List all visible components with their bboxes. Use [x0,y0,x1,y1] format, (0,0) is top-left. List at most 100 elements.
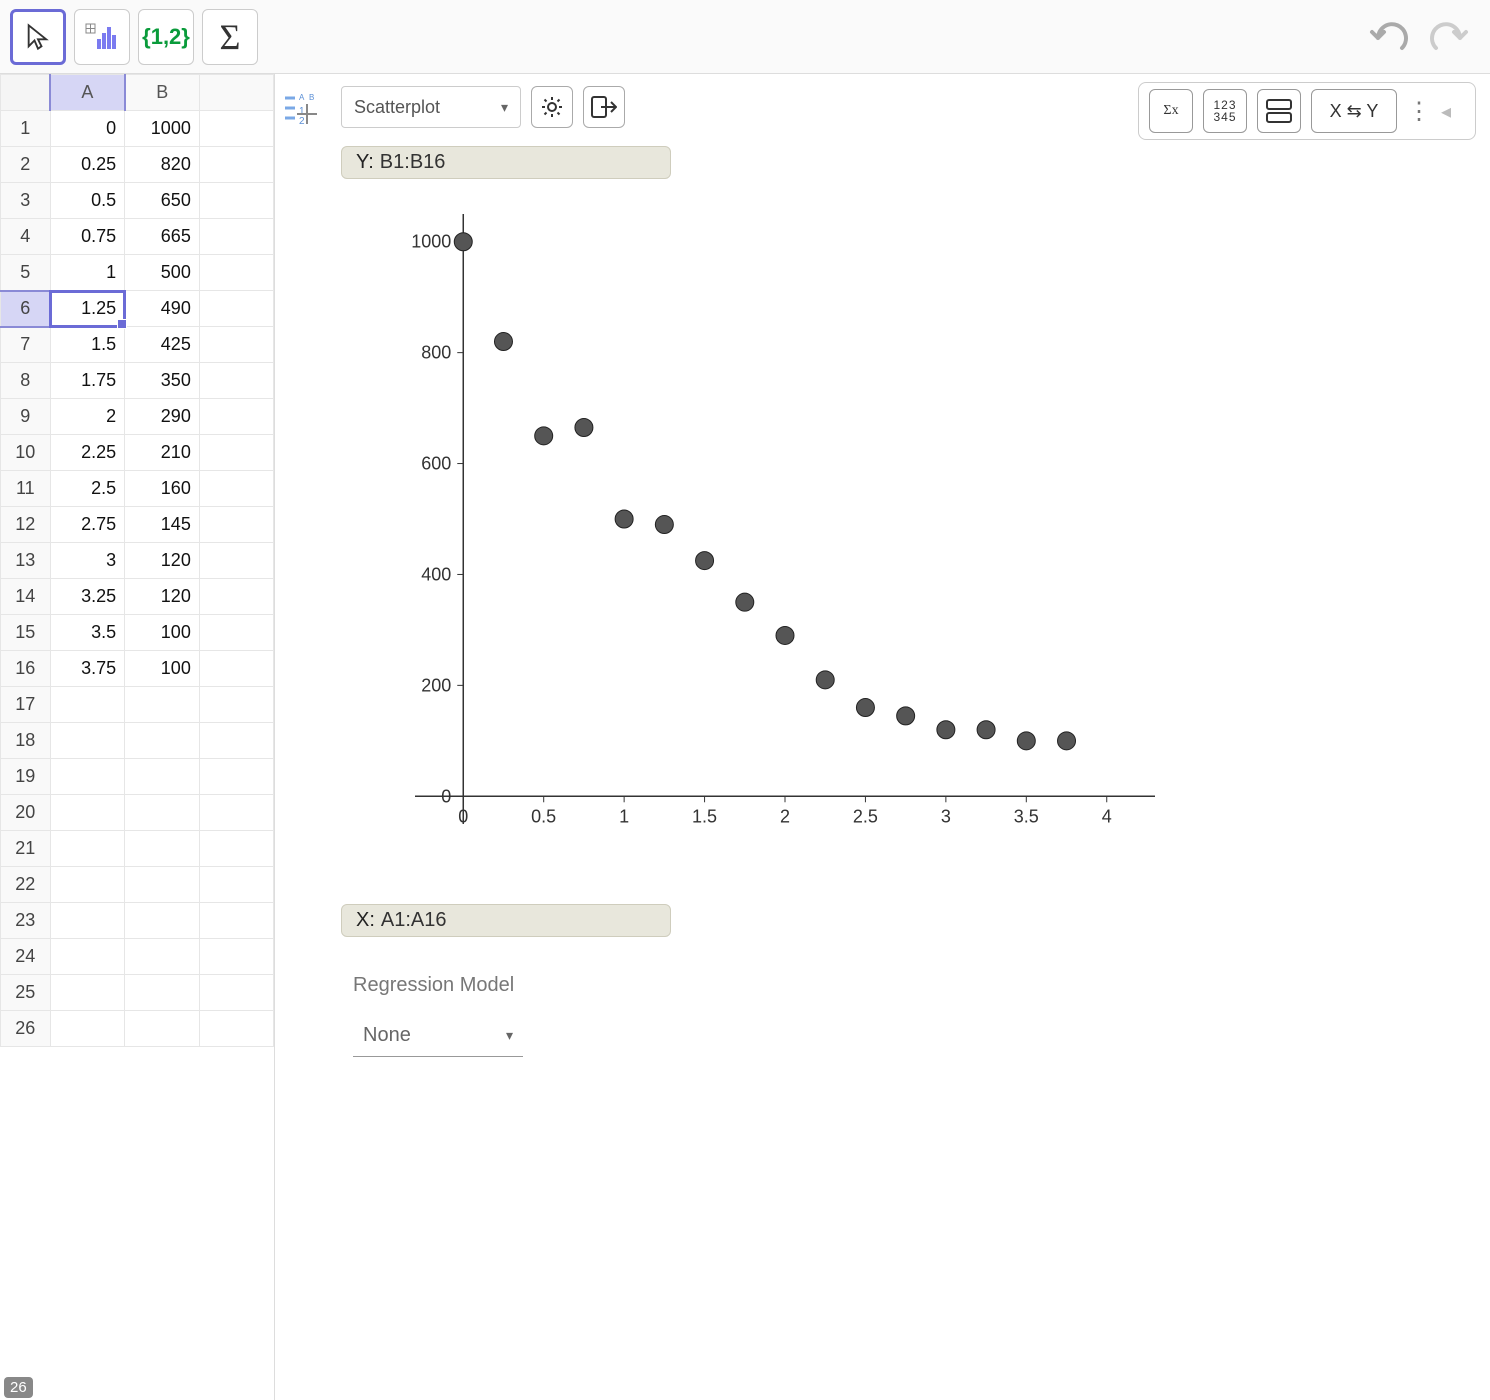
show-statistics-button[interactable]: Σx [1149,89,1193,133]
cell-B18[interactable] [125,723,200,759]
cell-C22[interactable] [199,867,273,903]
row-header-14[interactable]: 14 [1,579,51,615]
settings-button[interactable] [531,86,573,128]
data-point-1[interactable] [494,333,512,351]
cell-B12[interactable]: 145 [125,507,200,543]
cell-A10[interactable]: 2.25 [50,435,125,471]
data-point-11[interactable] [897,707,915,725]
cell-A20[interactable] [50,795,125,831]
row-header-19[interactable]: 19 [1,759,51,795]
cell-C1[interactable] [199,111,273,147]
cell-B1[interactable]: 1000 [125,111,200,147]
cell-C11[interactable] [199,471,273,507]
cell-A4[interactable]: 0.75 [50,219,125,255]
row-input-indicator[interactable]: 26 [4,1377,33,1398]
cell-C13[interactable] [199,543,273,579]
cell-A3[interactable]: 0.5 [50,183,125,219]
cell-C14[interactable] [199,579,273,615]
cell-B4[interactable]: 665 [125,219,200,255]
cell-A23[interactable] [50,903,125,939]
row-header-8[interactable]: 8 [1,363,51,399]
cell-A8[interactable]: 1.75 [50,363,125,399]
row-header-21[interactable]: 21 [1,831,51,867]
layout-button[interactable] [1257,89,1301,133]
row-header-18[interactable]: 18 [1,723,51,759]
cell-A1[interactable]: 0 [50,111,125,147]
column-header-empty[interactable] [199,75,273,111]
cell-C10[interactable] [199,435,273,471]
cell-A18[interactable] [50,723,125,759]
cell-A19[interactable] [50,759,125,795]
cell-A24[interactable] [50,939,125,975]
column-header-A[interactable]: A [50,75,125,111]
cell-A21[interactable] [50,831,125,867]
row-header-17[interactable]: 17 [1,687,51,723]
row-header-10[interactable]: 10 [1,435,51,471]
cell-A26[interactable] [50,1011,125,1047]
cell-C6[interactable] [199,291,273,327]
cell-B20[interactable] [125,795,200,831]
cell-B17[interactable] [125,687,200,723]
cell-B16[interactable]: 100 [125,651,200,687]
cell-B8[interactable]: 350 [125,363,200,399]
cell-B21[interactable] [125,831,200,867]
plot-type-select[interactable]: Scatterplot ▾ [341,86,521,128]
cell-B13[interactable]: 120 [125,543,200,579]
data-point-10[interactable] [856,699,874,717]
cell-B7[interactable]: 425 [125,327,200,363]
number-format-button[interactable]: 123 345 [1203,89,1247,133]
cell-A15[interactable]: 3.5 [50,615,125,651]
one-variable-analysis-button[interactable] [74,9,130,65]
cell-C18[interactable] [199,723,273,759]
spreadsheet-table[interactable]: AB10100020.2582030.565040.756655150061.2… [0,74,274,1047]
cell-C21[interactable] [199,831,273,867]
row-header-13[interactable]: 13 [1,543,51,579]
cell-C12[interactable] [199,507,273,543]
cell-C9[interactable] [199,399,273,435]
data-point-2[interactable] [535,427,553,445]
cell-C5[interactable] [199,255,273,291]
more-options-button[interactable]: ⋮ [1407,97,1431,126]
row-header-7[interactable]: 7 [1,327,51,363]
row-header-23[interactable]: 23 [1,903,51,939]
redo-button[interactable] [1422,15,1474,59]
row-header-4[interactable]: 4 [1,219,51,255]
cell-B26[interactable] [125,1011,200,1047]
collapse-panel-button[interactable]: ◂ [1441,99,1465,124]
data-point-13[interactable] [977,721,995,739]
cell-C7[interactable] [199,327,273,363]
cell-A11[interactable]: 2.5 [50,471,125,507]
row-header-11[interactable]: 11 [1,471,51,507]
sum-tool-button[interactable]: Σ [202,9,258,65]
cell-A7[interactable]: 1.5 [50,327,125,363]
cell-A13[interactable]: 3 [50,543,125,579]
cell-C25[interactable] [199,975,273,1011]
cell-C23[interactable] [199,903,273,939]
cell-A25[interactable] [50,975,125,1011]
cell-A2[interactable]: 0.25 [50,147,125,183]
x-range-input[interactable]: X: A1:A16 [341,904,671,937]
cell-C20[interactable] [199,795,273,831]
cell-B5[interactable]: 500 [125,255,200,291]
cell-C26[interactable] [199,1011,273,1047]
data-point-0[interactable] [454,233,472,251]
scatterplot[interactable]: 00.511.522.533.5402004006008001000 [355,194,1175,874]
cell-A14[interactable]: 3.25 [50,579,125,615]
data-point-7[interactable] [736,593,754,611]
row-header-12[interactable]: 12 [1,507,51,543]
cell-C16[interactable] [199,651,273,687]
row-header-1[interactable]: 1 [1,111,51,147]
sheet-corner[interactable] [1,75,51,111]
row-header-5[interactable]: 5 [1,255,51,291]
cell-C4[interactable] [199,219,273,255]
cell-B14[interactable]: 120 [125,579,200,615]
cell-B24[interactable] [125,939,200,975]
data-point-8[interactable] [776,626,794,644]
row-header-26[interactable]: 26 [1,1011,51,1047]
panel-toggle-button[interactable]: AB 1 2 [275,78,335,138]
row-header-16[interactable]: 16 [1,651,51,687]
cell-A22[interactable] [50,867,125,903]
cell-C2[interactable] [199,147,273,183]
data-point-9[interactable] [816,671,834,689]
cell-A9[interactable]: 2 [50,399,125,435]
